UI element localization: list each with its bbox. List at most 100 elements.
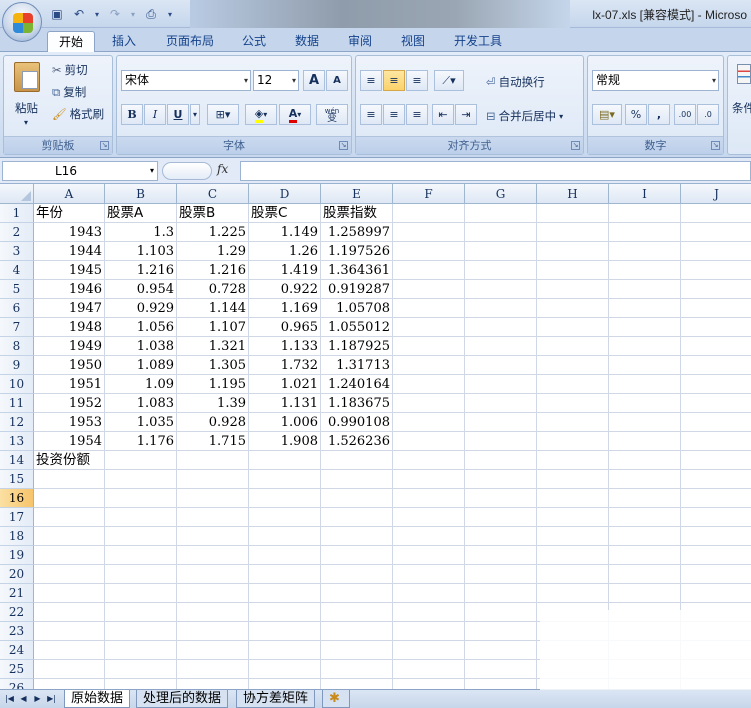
cell-c3[interactable]: 1.29	[177, 242, 249, 261]
cell-a2[interactable]: 1943	[34, 223, 105, 242]
column-header-i[interactable]: I	[609, 184, 681, 204]
column-header-d[interactable]: D	[249, 184, 321, 204]
print-preview-icon[interactable]: ⎙	[142, 5, 160, 23]
comma-style-button[interactable]: ,	[648, 104, 670, 125]
increase-indent-button[interactable]: ⇥	[455, 104, 477, 125]
cell-c2[interactable]: 1.225	[177, 223, 249, 242]
wrap-text-button[interactable]: ⏎ 自动换行	[486, 74, 545, 90]
row-header-16[interactable]: 16	[0, 489, 34, 508]
cell-c5[interactable]: 0.728	[177, 280, 249, 299]
row-header-13[interactable]: 13	[0, 432, 34, 451]
cell-a10[interactable]: 1951	[34, 375, 105, 394]
sheet-tab-covariance-matrix[interactable]: 协方差矩阵	[236, 690, 316, 708]
office-button[interactable]	[2, 2, 42, 42]
accounting-format-button[interactable]: ▤▾	[592, 104, 622, 125]
grow-font-button[interactable]: A	[303, 70, 325, 91]
fill-color-button[interactable]: ◈ ▾	[245, 104, 277, 125]
last-sheet-icon[interactable]: ▶|	[46, 692, 57, 706]
cell-c11[interactable]: 1.39	[177, 394, 249, 413]
row-header-17[interactable]: 17	[0, 508, 34, 527]
align-top-button[interactable]: ≡	[360, 70, 382, 91]
cell-c1[interactable]: 股票B	[177, 204, 249, 223]
cell-a6[interactable]: 1947	[34, 299, 105, 318]
cell-e10[interactable]: 1.240164	[321, 375, 393, 394]
tab-data[interactable]: 数据	[287, 31, 327, 52]
column-header-g[interactable]: G	[465, 184, 537, 204]
number-format-select[interactable]: 常规 ▾	[592, 70, 719, 91]
cell-d9[interactable]: 1.732	[249, 356, 321, 375]
cell-e11[interactable]: 1.183675	[321, 394, 393, 413]
align-middle-button[interactable]: ≡	[383, 70, 405, 91]
orientation-button[interactable]: ⟋▾	[434, 70, 464, 91]
row-header-12[interactable]: 12	[0, 413, 34, 432]
paste-dropdown-icon[interactable]: ▾	[24, 118, 28, 127]
cell-e2[interactable]: 1.258997	[321, 223, 393, 242]
row-header-18[interactable]: 18	[0, 527, 34, 546]
undo-dropdown-icon[interactable]: ▾	[92, 5, 102, 23]
row-header-11[interactable]: 11	[0, 394, 34, 413]
cell-e8[interactable]: 1.187925	[321, 337, 393, 356]
row-header-23[interactable]: 23	[0, 622, 34, 641]
cell-c6[interactable]: 1.144	[177, 299, 249, 318]
underline-button[interactable]: U	[167, 104, 189, 125]
prev-sheet-icon[interactable]: ◀	[18, 692, 29, 706]
cell-a9[interactable]: 1950	[34, 356, 105, 375]
row-header-8[interactable]: 8	[0, 337, 34, 356]
column-header-f[interactable]: F	[393, 184, 465, 204]
number-launcher-icon[interactable]: ↘	[711, 141, 720, 150]
cell-d4[interactable]: 1.419	[249, 261, 321, 280]
cell-b1[interactable]: 股票A	[105, 204, 177, 223]
cell-b8[interactable]: 1.038	[105, 337, 177, 356]
row-header-21[interactable]: 21	[0, 584, 34, 603]
cell-e7[interactable]: 1.055012	[321, 318, 393, 337]
underline-dropdown-icon[interactable]: ▾	[190, 104, 200, 125]
cell-d10[interactable]: 1.021	[249, 375, 321, 394]
cell-c9[interactable]: 1.305	[177, 356, 249, 375]
cell-d5[interactable]: 0.922	[249, 280, 321, 299]
cell-a13[interactable]: 1954	[34, 432, 105, 451]
cell-c8[interactable]: 1.321	[177, 337, 249, 356]
tab-formulas[interactable]: 公式	[234, 31, 274, 52]
paste-icon[interactable]	[14, 62, 40, 92]
tab-page-layout[interactable]: 页面布局	[158, 31, 222, 52]
cell-a1[interactable]: 年份	[34, 204, 105, 223]
cell-e3[interactable]: 1.197526	[321, 242, 393, 261]
row-header-19[interactable]: 19	[0, 546, 34, 565]
redo-icon[interactable]: ↷	[106, 5, 124, 23]
cell-e12[interactable]: 0.990108	[321, 413, 393, 432]
cell-b3[interactable]: 1.103	[105, 242, 177, 261]
name-box[interactable]: L16 ▾	[2, 161, 158, 181]
row-header-10[interactable]: 10	[0, 375, 34, 394]
cell-b2[interactable]: 1.3	[105, 223, 177, 242]
cell-a3[interactable]: 1944	[34, 242, 105, 261]
row-header-26[interactable]: 26	[0, 679, 34, 689]
cell-d7[interactable]: 0.965	[249, 318, 321, 337]
undo-icon[interactable]: ↶	[70, 5, 88, 23]
cell-d1[interactable]: 股票C	[249, 204, 321, 223]
cell-b13[interactable]: 1.176	[105, 432, 177, 451]
cell-a4[interactable]: 1945	[34, 261, 105, 280]
tab-developer[interactable]: 开发工具	[446, 31, 510, 52]
column-header-a[interactable]: A	[34, 184, 105, 204]
row-header-24[interactable]: 24	[0, 641, 34, 660]
save-icon[interactable]: ▣	[48, 5, 66, 23]
shrink-font-button[interactable]: A	[326, 70, 348, 91]
cell-c4[interactable]: 1.216	[177, 261, 249, 280]
next-sheet-icon[interactable]: ▶	[32, 692, 43, 706]
row-header-15[interactable]: 15	[0, 470, 34, 489]
clipboard-launcher-icon[interactable]: ↘	[100, 141, 109, 150]
row-header-25[interactable]: 25	[0, 660, 34, 679]
cell-b10[interactable]: 1.09	[105, 375, 177, 394]
cell-b4[interactable]: 1.216	[105, 261, 177, 280]
redo-dropdown-icon[interactable]: ▾	[128, 5, 138, 23]
sheet-tab-processed-data[interactable]: 处理后的数据	[136, 690, 229, 708]
font-launcher-icon[interactable]: ↘	[339, 141, 348, 150]
cell-b12[interactable]: 1.035	[105, 413, 177, 432]
insert-function-button[interactable]: fx	[217, 162, 228, 176]
cell-e4[interactable]: 1.364361	[321, 261, 393, 280]
cell-d6[interactable]: 1.169	[249, 299, 321, 318]
conditional-format-label[interactable]: 条件	[732, 100, 751, 116]
borders-button[interactable]: ⊞▾	[207, 104, 239, 125]
cell-e13[interactable]: 1.526236	[321, 432, 393, 451]
cell-c10[interactable]: 1.195	[177, 375, 249, 394]
